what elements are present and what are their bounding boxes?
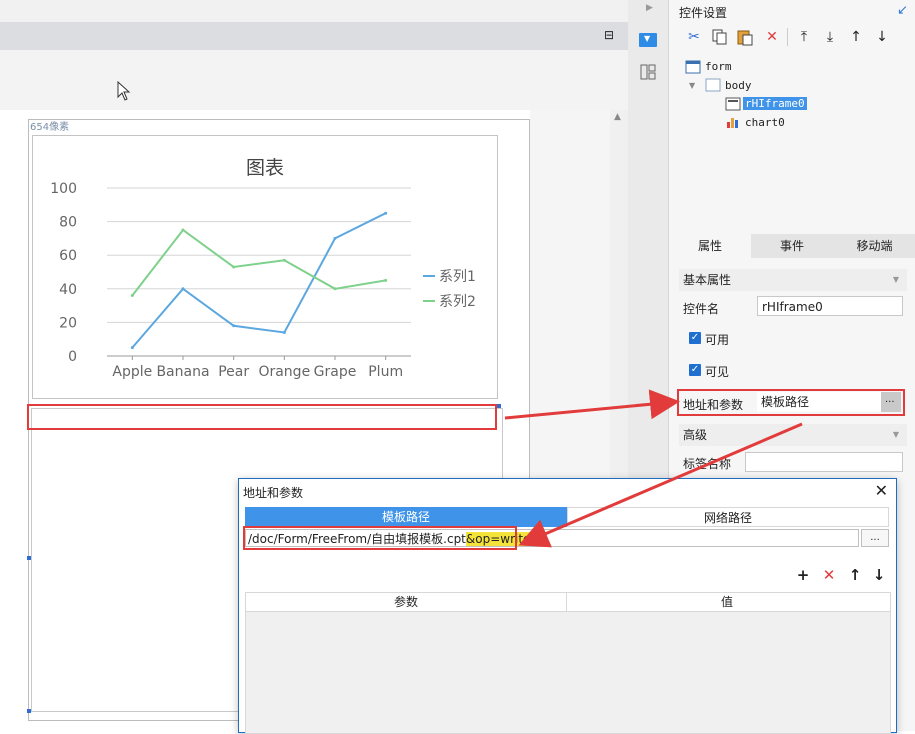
arrow-iframe-to-property (504, 389, 680, 420)
annotation-arrows (504, 389, 803, 548)
arrow-property-to-dialog (518, 422, 803, 548)
